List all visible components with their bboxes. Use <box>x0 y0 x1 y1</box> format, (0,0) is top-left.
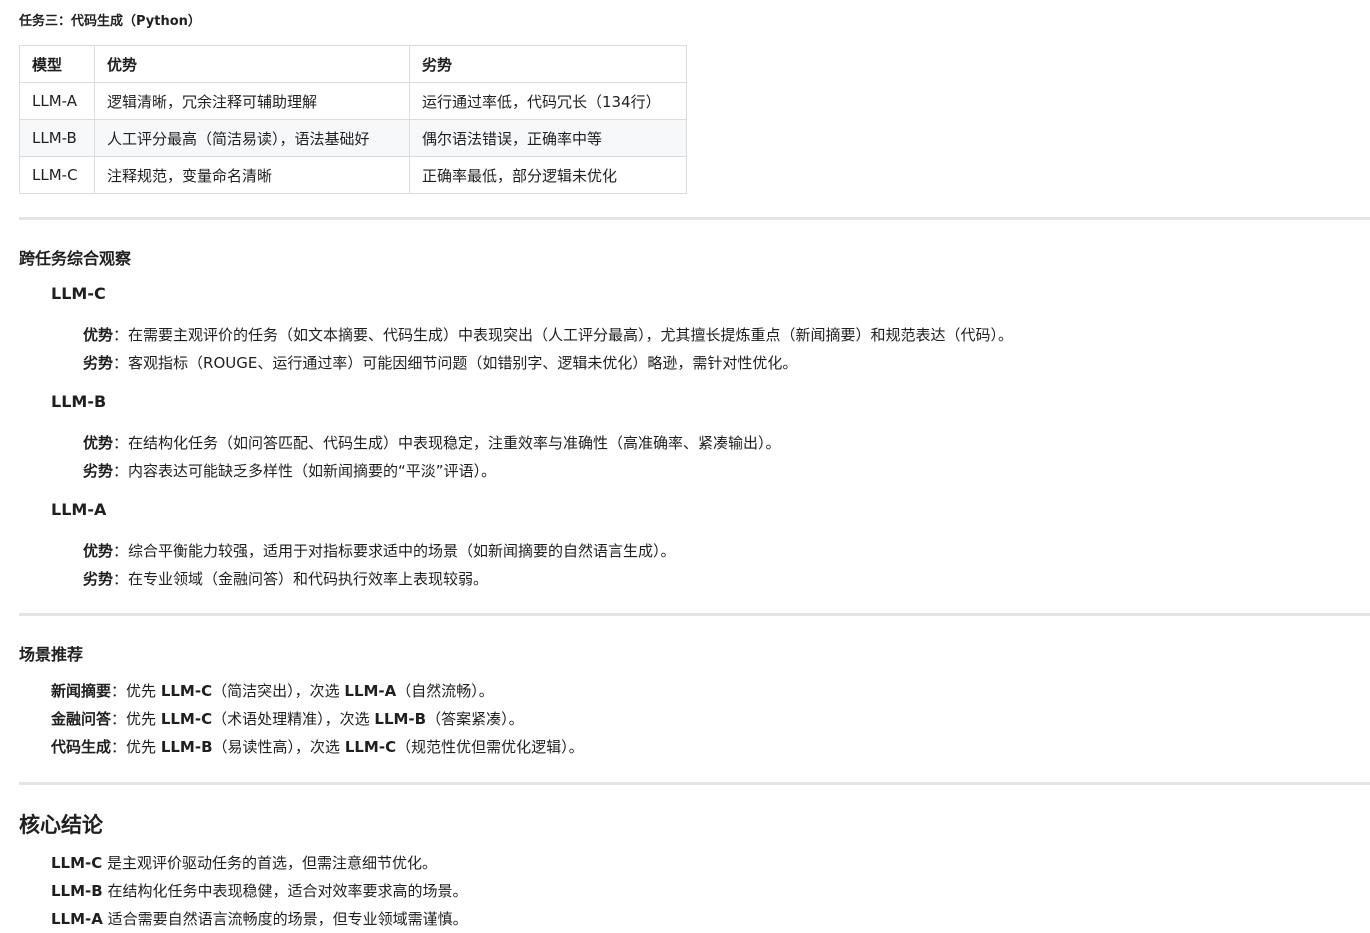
separator: ： <box>113 434 129 452</box>
separator: ： <box>113 326 129 344</box>
list-item: 劣势：在专业领域（金融问答）和代码执行效率上表现较弱。 <box>83 568 488 589</box>
scenario-label: 金融问答 <box>51 710 112 728</box>
model-heading-llm-a: LLM-A <box>51 500 107 519</box>
first-model: LLM-C <box>160 682 213 700</box>
con-text: 在专业领域（金融问答）和代码执行效率上表现较弱。 <box>128 570 489 588</box>
conclusion-text: 是主观评价驱动任务的首选，但需注意细节优化。 <box>102 854 438 872</box>
table-row: LLM-A 逻辑清晰，冗余注释可辅助理解 运行通过率低，代码冗长（134行） <box>19 82 687 120</box>
second-model: LLM-C <box>344 738 397 756</box>
conclusion-model: LLM-B <box>51 882 103 900</box>
list-item: 优势：在结构化任务（如问答匹配、代码生成）中表现稳定，注重效率与准确性（高准确率… <box>83 432 781 453</box>
first-reason: （术语处理精准） <box>212 710 325 728</box>
divider <box>19 613 1370 616</box>
scenario-label: 新闻摘要 <box>51 682 112 700</box>
table-header: 模型 <box>19 45 95 83</box>
divider <box>19 217 1370 220</box>
list-item: LLM-C 是主观评价驱动任务的首选，但需注意细节优化。 <box>51 852 437 873</box>
con-label: 劣势 <box>83 354 114 372</box>
conclusion-text: 在结构化任务中表现稳健，适合对效率要求高的场景。 <box>102 882 468 900</box>
table-header: 劣势 <box>409 45 687 83</box>
list-item: LLM-A 适合需要自然语言流畅度的场景，但专业领域需谨慎。 <box>51 908 468 929</box>
separator: ： <box>113 542 129 560</box>
conclusion-model: LLM-C <box>51 854 103 872</box>
pro-text: 综合平衡能力较强，适用于对指标要求适中的场景（如新闻摘要的自然语言生成）。 <box>128 542 676 560</box>
divider <box>19 782 1370 785</box>
table-cell-pro: 逻辑清晰，冗余注释可辅助理解 <box>94 82 410 120</box>
list-item: LLM-B 在结构化任务中表现稳健，适合对效率要求高的场景。 <box>51 880 467 901</box>
list-item: 优势：在需要主观评价的任务（如文本摘要、代码生成）中表现突出（人工评分最高），尤… <box>83 324 1013 345</box>
second-choice-text: ，次选 <box>294 682 345 700</box>
table-cell-pro: 注释规范，变量命名清晰 <box>94 156 410 194</box>
table-cell-model: LLM-B <box>19 119 95 157</box>
table-cell-model: LLM-C <box>19 156 95 194</box>
table-row: LLM-B 人工评分最高（简洁易读），语法基础好 偶尔语法错误，正确率中等 <box>19 119 687 157</box>
table-header-row: 模型 优势 劣势 <box>19 45 687 83</box>
con-label: 劣势 <box>83 570 114 588</box>
con-label: 劣势 <box>83 462 114 480</box>
separator: ： <box>113 462 129 480</box>
pro-text: 在结构化任务（如问答匹配、代码生成）中表现稳定，注重效率与准确性（高准确率、紧凑… <box>128 434 781 452</box>
first-model: LLM-C <box>160 710 213 728</box>
first-reason: （易读性高） <box>212 738 296 756</box>
table-cell-con: 运行通过率低，代码冗长（134行） <box>409 82 687 120</box>
second-reason: （自然流畅）。 <box>396 682 494 700</box>
conclusion-heading: 核心结论 <box>19 813 103 837</box>
pro-text: 在需要主观评价的任务（如文本摘要、代码生成）中表现突出（人工评分最高），尤其擅长… <box>128 326 1014 344</box>
task3-title: 任务三：代码生成（Python） <box>19 14 201 29</box>
con-text: 客观指标（ROUGE、运行通过率）可能因细节问题（如错别字、逻辑未优化）略逊，需… <box>128 354 798 372</box>
separator: ： <box>111 682 127 700</box>
cross-task-heading: 跨任务综合观察 <box>19 249 132 268</box>
second-choice-text: ，次选 <box>324 710 375 728</box>
list-item: 金融问答：优先 LLM-C（术语处理精准），次选 LLM-B（答案紧凑）。 <box>51 708 524 729</box>
list-item: 代码生成：优先 LLM-B（易读性高），次选 LLM-C（规范性优但需优化逻辑）… <box>51 736 584 757</box>
second-model: LLM-A <box>344 682 397 700</box>
list-item: 优势：综合平衡能力较强，适用于对指标要求适中的场景（如新闻摘要的自然语言生成）。 <box>83 540 676 561</box>
separator: ： <box>113 570 129 588</box>
first-choice-text: 优先 <box>126 682 161 700</box>
table-cell-pro: 人工评分最高（简洁易读），语法基础好 <box>94 119 410 157</box>
list-item: 新闻摘要：优先 LLM-C（简洁突出），次选 LLM-A（自然流畅）。 <box>51 680 494 701</box>
first-choice-text: 优先 <box>126 738 161 756</box>
model-heading-llm-b: LLM-B <box>51 392 107 411</box>
second-choice-text: ，次选 <box>295 738 345 756</box>
first-choice-text: 优先 <box>126 710 161 728</box>
task3-comparison-table: 模型 优势 劣势 LLM-A 逻辑清晰，冗余注释可辅助理解 运行通过率低，代码冗… <box>19 45 687 194</box>
conclusion-text: 适合需要自然语言流畅度的场景，但专业领域需谨慎。 <box>102 910 468 928</box>
table-cell-con: 偶尔语法错误，正确率中等 <box>409 119 687 157</box>
second-reason: （答案紧凑）。 <box>426 710 524 728</box>
table-row: LLM-C 注释规范，变量命名清晰 正确率最低，部分逻辑未优化 <box>19 156 687 194</box>
list-item: 劣势：内容表达可能缺乏多样性（如新闻摘要的“平淡”评语）。 <box>83 460 496 481</box>
separator: ： <box>113 354 129 372</box>
scenario-heading: 场景推荐 <box>19 645 84 664</box>
pro-label: 优势 <box>83 434 114 452</box>
list-item: 劣势：客观指标（ROUGE、运行通过率）可能因细节问题（如错别字、逻辑未优化）略… <box>83 352 797 373</box>
model-heading-llm-c: LLM-C <box>51 284 106 303</box>
table-cell-con: 正确率最低，部分逻辑未优化 <box>409 156 687 194</box>
separator: ： <box>111 738 127 756</box>
second-reason: （规范性优但需优化逻辑）。 <box>396 738 584 756</box>
first-model: LLM-B <box>160 738 213 756</box>
first-reason: （简洁突出） <box>212 682 295 700</box>
second-model: LLM-B <box>374 710 427 728</box>
table-header: 优势 <box>94 45 410 83</box>
table-cell-model: LLM-A <box>19 82 95 120</box>
pro-label: 优势 <box>83 326 114 344</box>
separator: ： <box>111 710 127 728</box>
con-text: 内容表达可能缺乏多样性（如新闻摘要的“平淡”评语）。 <box>128 462 497 480</box>
scenario-label: 代码生成 <box>51 738 112 756</box>
pro-label: 优势 <box>83 542 114 560</box>
conclusion-model: LLM-A <box>51 910 103 928</box>
